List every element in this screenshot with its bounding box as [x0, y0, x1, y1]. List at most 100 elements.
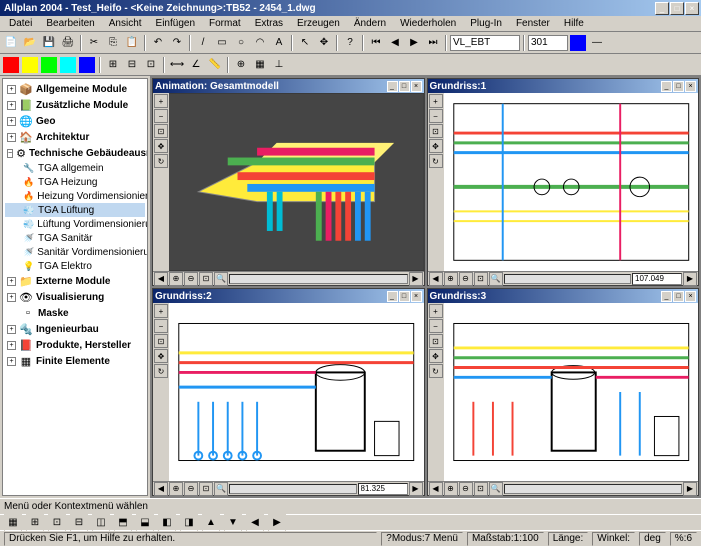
menu-format[interactable]: Format	[204, 17, 246, 30]
color-blue-icon[interactable]	[78, 56, 96, 74]
vp-max-icon[interactable]: □	[399, 81, 410, 92]
tree-item-12[interactable]: 💡TGA Elektro	[5, 259, 145, 273]
viewport-scrollbar[interactable]	[504, 274, 632, 284]
snap-icon[interactable]: ⊕	[232, 56, 250, 74]
circle-icon[interactable]: ○	[232, 34, 250, 52]
vp-nav-icon[interactable]: 🔍	[489, 272, 503, 286]
expand-icon[interactable]: +	[7, 293, 16, 302]
viewport-scrollbar[interactable]	[229, 274, 408, 284]
vp-tool-icon[interactable]: ⊡	[154, 334, 168, 348]
viewport-canvas[interactable]: + − ⊡ ✥ ↻	[153, 93, 424, 271]
tree-item-3[interactable]: +🏠Architektur	[5, 129, 145, 145]
module-tree[interactable]: +📦Allgemeine Module+📗Zusätzliche Module+…	[3, 79, 147, 495]
menu-wiederholen[interactable]: Wiederholen	[395, 17, 461, 30]
layer-input[interactable]	[450, 35, 520, 51]
vp-tool-icon[interactable]: ✥	[154, 139, 168, 153]
close-button[interactable]: ×	[685, 2, 699, 15]
vp-tool-icon[interactable]: +	[429, 94, 443, 108]
status-laenge[interactable]: Länge:	[548, 532, 589, 546]
vp-tool-icon[interactable]: −	[154, 109, 168, 123]
save-icon[interactable]: 💾	[40, 34, 58, 52]
ft-11-icon[interactable]: ▼	[224, 514, 242, 532]
status-massstab[interactable]: Maßstab: 1:100	[467, 532, 544, 546]
open-icon[interactable]: 📂	[21, 34, 39, 52]
tree-item-8[interactable]: 💨TGA Lüftung	[5, 203, 145, 217]
vp-min-icon[interactable]: _	[661, 81, 672, 92]
viewport-scrollbar[interactable]	[229, 484, 357, 494]
nav-prev-icon[interactable]: ◀	[386, 34, 404, 52]
expand-icon[interactable]: +	[7, 117, 16, 126]
vp-nav-icon[interactable]: ⊖	[184, 482, 198, 496]
vp-tool-icon[interactable]: +	[154, 304, 168, 318]
vp-nav-icon[interactable]: ◀	[154, 482, 168, 496]
vp-nav-icon[interactable]: ▶	[683, 482, 697, 496]
undo-icon[interactable]: ↶	[149, 34, 167, 52]
tree-item-9[interactable]: 💨Lüftung Vordimensionierung	[5, 217, 145, 231]
tree-item-10[interactable]: 🚿TGA Sanitär	[5, 231, 145, 245]
vp-nav-icon[interactable]: ⊡	[474, 482, 488, 496]
expand-icon[interactable]: +	[7, 85, 16, 94]
nav-last-icon[interactable]: ⏭	[424, 34, 442, 52]
expand-icon[interactable]: +	[7, 325, 16, 334]
redo-icon[interactable]: ↷	[168, 34, 186, 52]
vp-nav-icon[interactable]: ◀	[429, 272, 443, 286]
tree-item-6[interactable]: 🔥TGA Heizung	[5, 175, 145, 189]
nav-first-icon[interactable]: ⏮	[367, 34, 385, 52]
help-icon[interactable]: ?	[341, 34, 359, 52]
color-red-icon[interactable]	[2, 56, 20, 74]
vp-min-icon[interactable]: _	[387, 81, 398, 92]
tool-a-icon[interactable]: ⊞	[104, 56, 122, 74]
vp-nav-icon[interactable]: ⊡	[474, 272, 488, 286]
ft-8-icon[interactable]: ◧	[158, 514, 176, 532]
vp-tool-icon[interactable]: ✥	[154, 349, 168, 363]
tree-item-16[interactable]: +🔩Ingenieurbau	[5, 321, 145, 337]
vp-close-icon[interactable]: ×	[685, 291, 696, 302]
vp-nav-icon[interactable]: ▶	[683, 272, 697, 286]
tree-item-7[interactable]: 🔥Heizung Vordimensionierung	[5, 189, 145, 203]
vp-nav-icon[interactable]: ◀	[429, 482, 443, 496]
expand-icon[interactable]: +	[7, 133, 16, 142]
vp-tool-icon[interactable]: −	[429, 109, 443, 123]
ft-1-icon[interactable]: ▦	[4, 514, 22, 532]
rect-icon[interactable]: ▭	[213, 34, 231, 52]
ortho-icon[interactable]: ⊥	[270, 56, 288, 74]
vp-nav-icon[interactable]: ⊖	[459, 272, 473, 286]
nav-next-icon[interactable]: ▶	[405, 34, 423, 52]
tree-item-11[interactable]: 🚿Sanitär Vordimensionierung	[5, 245, 145, 259]
ft-10-icon[interactable]: ▲	[202, 514, 220, 532]
arc-icon[interactable]: ◠	[251, 34, 269, 52]
viewport-scrollbar[interactable]	[504, 484, 683, 494]
status-winkel[interactable]: Winkel:	[592, 532, 635, 546]
vp-min-icon[interactable]: _	[661, 291, 672, 302]
vp-close-icon[interactable]: ×	[685, 81, 696, 92]
vp-nav-icon[interactable]: 🔍	[214, 272, 228, 286]
minimize-button[interactable]: _	[655, 2, 669, 15]
ft-13-icon[interactable]: ▶	[268, 514, 286, 532]
copy-icon[interactable]: ⎘	[104, 34, 122, 52]
vp-nav-icon[interactable]: ⊕	[444, 272, 458, 286]
menu-plug-in[interactable]: Plug-In	[465, 17, 507, 30]
tool-b-icon[interactable]: ⊟	[123, 56, 141, 74]
menu-bearbeiten[interactable]: Bearbeiten	[41, 17, 99, 30]
vp-max-icon[interactable]: □	[399, 291, 410, 302]
vp-tool-icon[interactable]: +	[154, 94, 168, 108]
expand-icon[interactable]: +	[7, 101, 16, 110]
vp-tool-icon[interactable]: ✥	[429, 349, 443, 363]
vp-nav-icon[interactable]: 🔍	[489, 482, 503, 496]
vp-nav-icon[interactable]: 🔍	[214, 482, 228, 496]
color-yellow-icon[interactable]	[21, 56, 39, 74]
viewport-canvas[interactable]: + − ⊡ ✥ ↻	[153, 303, 424, 481]
vp-nav-icon[interactable]: ▶	[409, 482, 423, 496]
tree-item-1[interactable]: +📗Zusätzliche Module	[5, 97, 145, 113]
new-icon[interactable]: 📄	[2, 34, 20, 52]
status-modus[interactable]: ? Modus: 7 Menü	[381, 532, 463, 546]
ft-9-icon[interactable]: ◨	[180, 514, 198, 532]
tree-item-5[interactable]: 🔧TGA allgemein	[5, 161, 145, 175]
expand-icon[interactable]: +	[7, 341, 16, 350]
color-green-icon[interactable]	[40, 56, 58, 74]
vp-tool-icon[interactable]: −	[154, 319, 168, 333]
vp-nav-icon[interactable]: ◀	[154, 272, 168, 286]
tree-item-0[interactable]: +📦Allgemeine Module	[5, 81, 145, 97]
expand-icon[interactable]: +	[7, 357, 16, 366]
ft-7-icon[interactable]: ⬓	[136, 514, 154, 532]
